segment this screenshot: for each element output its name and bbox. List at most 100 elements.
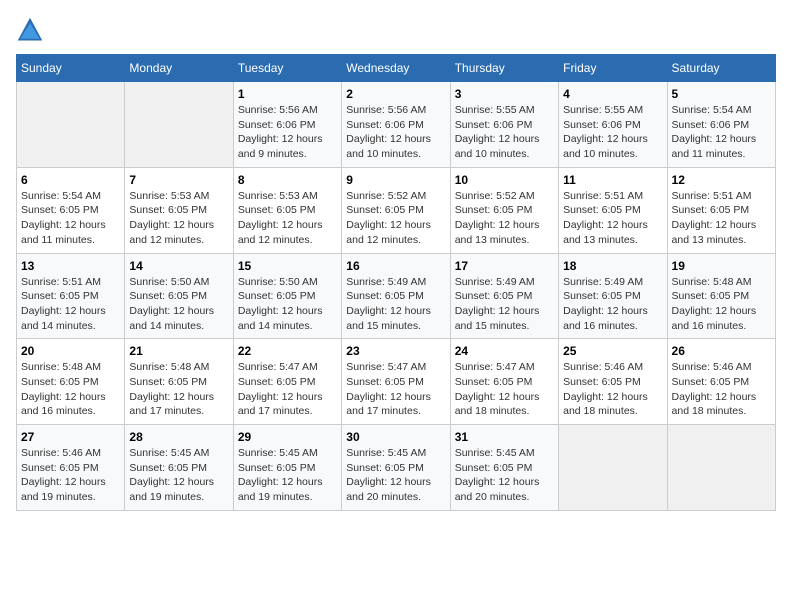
day-number: 13 <box>21 259 120 273</box>
day-detail: Sunrise: 5:48 AM Sunset: 6:05 PM Dayligh… <box>672 275 771 334</box>
calendar-cell: 20 Sunrise: 5:48 AM Sunset: 6:05 PM Dayli… <box>17 339 125 425</box>
calendar-cell: 30 Sunrise: 5:45 AM Sunset: 6:05 PM Dayli… <box>342 425 450 511</box>
calendar-cell: 16 Sunrise: 5:49 AM Sunset: 6:05 PM Dayli… <box>342 253 450 339</box>
calendar-cell: 24 Sunrise: 5:47 AM Sunset: 6:05 PM Dayli… <box>450 339 558 425</box>
calendar-cell: 29 Sunrise: 5:45 AM Sunset: 6:05 PM Dayli… <box>233 425 341 511</box>
day-of-week-header: Friday <box>559 55 667 82</box>
day-number: 14 <box>129 259 228 273</box>
day-detail: Sunrise: 5:45 AM Sunset: 6:05 PM Dayligh… <box>346 446 445 505</box>
calendar-cell: 21Sunrise: 5:48 AM Sunset: 6:05 PM Dayli… <box>125 339 233 425</box>
day-detail: Sunrise: 5:46 AM Sunset: 6:05 PM Dayligh… <box>563 360 662 419</box>
day-detail: Sunrise: 5:49 AM Sunset: 6:05 PM Dayligh… <box>346 275 445 334</box>
day-number: 4 <box>563 87 662 101</box>
day-detail: Sunrise: 5:49 AM Sunset: 6:05 PM Dayligh… <box>563 275 662 334</box>
day-detail: Sunrise: 5:53 AM Sunset: 6:05 PM Dayligh… <box>238 189 337 248</box>
calendar-cell: 13Sunrise: 5:51 AM Sunset: 6:05 PM Dayli… <box>17 253 125 339</box>
day-number: 31 <box>455 430 554 444</box>
day-detail: Sunrise: 5:50 AM Sunset: 6:05 PM Dayligh… <box>238 275 337 334</box>
calendar-cell: 5Sunrise: 5:54 AM Sunset: 6:06 PM Daylig… <box>667 82 775 168</box>
day-number: 24 <box>455 344 554 358</box>
day-number: 7 <box>129 173 228 187</box>
day-detail: Sunrise: 5:49 AM Sunset: 6:05 PM Dayligh… <box>455 275 554 334</box>
calendar-cell: 19 Sunrise: 5:48 AM Sunset: 6:05 PM Dayli… <box>667 253 775 339</box>
day-number: 8 <box>238 173 337 187</box>
calendar-cell: 28 Sunrise: 5:45 AM Sunset: 6:05 PM Dayli… <box>125 425 233 511</box>
page-header <box>16 16 776 44</box>
calendar-cell: 9Sunrise: 5:52 AM Sunset: 6:05 PM Daylig… <box>342 167 450 253</box>
calendar-cell: 12Sunrise: 5:51 AM Sunset: 6:05 PM Dayli… <box>667 167 775 253</box>
day-detail: Sunrise: 5:52 AM Sunset: 6:05 PM Dayligh… <box>455 189 554 248</box>
day-number: 20 <box>21 344 120 358</box>
day-detail: Sunrise: 5:46 AM Sunset: 6:05 PM Dayligh… <box>672 360 771 419</box>
day-detail: Sunrise: 5:55 AM Sunset: 6:06 PM Dayligh… <box>563 103 662 162</box>
day-detail: Sunrise: 5:55 AM Sunset: 6:06 PM Dayligh… <box>455 103 554 162</box>
calendar-cell: 11 Sunrise: 5:51 AM Sunset: 6:05 PM Dayli… <box>559 167 667 253</box>
calendar-body: 1 Sunrise: 5:56 AM Sunset: 6:06 PM Daylig… <box>17 82 776 511</box>
calendar-cell <box>559 425 667 511</box>
day-detail: Sunrise: 5:48 AM Sunset: 6:05 PM Dayligh… <box>21 360 120 419</box>
day-number: 11 <box>563 173 662 187</box>
calendar-table: SundayMondayTuesdayWednesdayThursdayFrid… <box>16 54 776 511</box>
day-number: 19 <box>672 259 771 273</box>
calendar-week-row: 13Sunrise: 5:51 AM Sunset: 6:05 PM Dayli… <box>17 253 776 339</box>
day-detail: Sunrise: 5:53 AM Sunset: 6:05 PM Dayligh… <box>129 189 228 248</box>
day-detail: Sunrise: 5:47 AM Sunset: 6:05 PM Dayligh… <box>455 360 554 419</box>
day-detail: Sunrise: 5:56 AM Sunset: 6:06 PM Dayligh… <box>346 103 445 162</box>
calendar-cell <box>125 82 233 168</box>
logo <box>16 16 48 44</box>
day-number: 17 <box>455 259 554 273</box>
calendar-cell: 15Sunrise: 5:50 AM Sunset: 6:05 PM Dayli… <box>233 253 341 339</box>
day-of-week-header: Tuesday <box>233 55 341 82</box>
day-of-week-header: Sunday <box>17 55 125 82</box>
day-detail: Sunrise: 5:46 AM Sunset: 6:05 PM Dayligh… <box>21 446 120 505</box>
day-number: 10 <box>455 173 554 187</box>
day-detail: Sunrise: 5:56 AM Sunset: 6:06 PM Dayligh… <box>238 103 337 162</box>
day-number: 6 <box>21 173 120 187</box>
calendar-cell <box>667 425 775 511</box>
day-number: 23 <box>346 344 445 358</box>
calendar-cell: 23 Sunrise: 5:47 AM Sunset: 6:05 PM Dayli… <box>342 339 450 425</box>
day-number: 1 <box>238 87 337 101</box>
calendar-header: SundayMondayTuesdayWednesdayThursdayFrid… <box>17 55 776 82</box>
day-detail: Sunrise: 5:47 AM Sunset: 6:05 PM Dayligh… <box>238 360 337 419</box>
day-number: 22 <box>238 344 337 358</box>
calendar-cell: 7 Sunrise: 5:53 AM Sunset: 6:05 PM Daylig… <box>125 167 233 253</box>
calendar-cell: 25 Sunrise: 5:46 AM Sunset: 6:05 PM Dayli… <box>559 339 667 425</box>
day-number: 28 <box>129 430 228 444</box>
day-detail: Sunrise: 5:54 AM Sunset: 6:05 PM Dayligh… <box>21 189 120 248</box>
calendar-week-row: 6 Sunrise: 5:54 AM Sunset: 6:05 PM Daylig… <box>17 167 776 253</box>
day-number: 26 <box>672 344 771 358</box>
day-detail: Sunrise: 5:45 AM Sunset: 6:05 PM Dayligh… <box>238 446 337 505</box>
day-number: 18 <box>563 259 662 273</box>
calendar-cell: 22 Sunrise: 5:47 AM Sunset: 6:05 PM Dayli… <box>233 339 341 425</box>
day-detail: Sunrise: 5:47 AM Sunset: 6:05 PM Dayligh… <box>346 360 445 419</box>
day-number: 29 <box>238 430 337 444</box>
day-number: 3 <box>455 87 554 101</box>
day-number: 2 <box>346 87 445 101</box>
calendar-cell: 31Sunrise: 5:45 AM Sunset: 6:05 PM Dayli… <box>450 425 558 511</box>
day-detail: Sunrise: 5:51 AM Sunset: 6:05 PM Dayligh… <box>563 189 662 248</box>
day-number: 25 <box>563 344 662 358</box>
day-detail: Sunrise: 5:54 AM Sunset: 6:06 PM Dayligh… <box>672 103 771 162</box>
day-number: 27 <box>21 430 120 444</box>
day-detail: Sunrise: 5:50 AM Sunset: 6:05 PM Dayligh… <box>129 275 228 334</box>
day-number: 16 <box>346 259 445 273</box>
day-number: 30 <box>346 430 445 444</box>
days-of-week-row: SundayMondayTuesdayWednesdayThursdayFrid… <box>17 55 776 82</box>
day-of-week-header: Thursday <box>450 55 558 82</box>
calendar-cell: 18 Sunrise: 5:49 AM Sunset: 6:05 PM Dayli… <box>559 253 667 339</box>
day-of-week-header: Monday <box>125 55 233 82</box>
day-detail: Sunrise: 5:45 AM Sunset: 6:05 PM Dayligh… <box>129 446 228 505</box>
calendar-cell: 4 Sunrise: 5:55 AM Sunset: 6:06 PM Daylig… <box>559 82 667 168</box>
calendar-cell: 8 Sunrise: 5:53 AM Sunset: 6:05 PM Daylig… <box>233 167 341 253</box>
calendar-week-row: 1 Sunrise: 5:56 AM Sunset: 6:06 PM Daylig… <box>17 82 776 168</box>
day-of-week-header: Saturday <box>667 55 775 82</box>
day-number: 9 <box>346 173 445 187</box>
calendar-cell: 14 Sunrise: 5:50 AM Sunset: 6:05 PM Dayli… <box>125 253 233 339</box>
calendar-cell <box>17 82 125 168</box>
calendar-cell: 3 Sunrise: 5:55 AM Sunset: 6:06 PM Daylig… <box>450 82 558 168</box>
calendar-cell: 2 Sunrise: 5:56 AM Sunset: 6:06 PM Daylig… <box>342 82 450 168</box>
calendar-cell: 6 Sunrise: 5:54 AM Sunset: 6:05 PM Daylig… <box>17 167 125 253</box>
calendar-cell: 1 Sunrise: 5:56 AM Sunset: 6:06 PM Daylig… <box>233 82 341 168</box>
calendar-week-row: 20 Sunrise: 5:48 AM Sunset: 6:05 PM Dayli… <box>17 339 776 425</box>
